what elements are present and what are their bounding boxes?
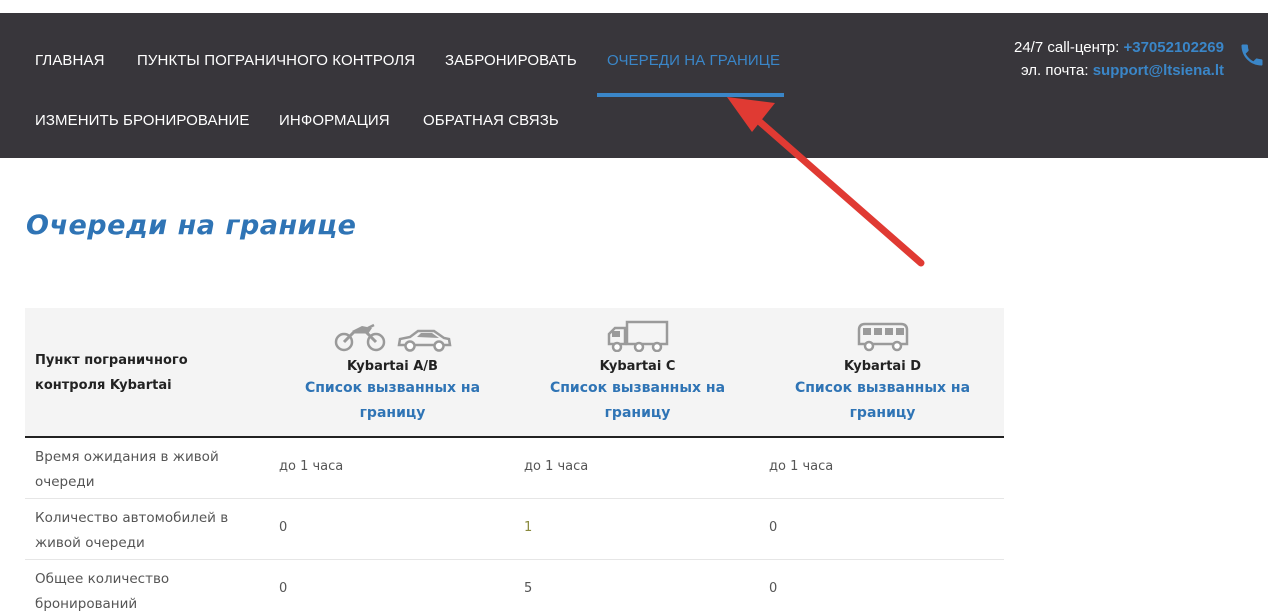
cell-value: до 1 часа [279, 459, 344, 474]
contact-info: 24/7 call-центр: +37052102269 эл. почта:… [1014, 36, 1224, 82]
table-header: Пункт пограничного контроля Kybartai Kyb… [25, 308, 1004, 438]
cell-value: до 1 часа [769, 459, 834, 474]
cell-value: 5 [524, 581, 533, 596]
phone-link[interactable]: +37052102269 [1123, 39, 1224, 56]
row-label-cars-in-queue: Количество автомобилей в живой очереди [35, 510, 229, 551]
column-name-ab: Kybartai A/B [347, 359, 438, 374]
column-name-d: Kybartai D [844, 359, 921, 374]
queue-table: Пункт пограничного контроля Kybartai Kyb… [25, 308, 1004, 611]
table-row: Время ожидания в живой очереди до 1 часа… [25, 438, 1004, 499]
cell-value: 0 [769, 581, 778, 596]
cell-value: 0 [279, 581, 288, 596]
called-list-link-c[interactable]: Список вызванных на границу [543, 376, 733, 426]
header-col-d: Kybartai D Список вызванных на границу [760, 316, 1005, 426]
phone-icon[interactable] [1238, 41, 1266, 69]
call-center-label: 24/7 call-центр: [1014, 39, 1124, 56]
motorcycle-icon [334, 323, 385, 352]
nav-border-queues[interactable]: ОЧЕРЕДИ НА ГРАНИЦЕ [607, 52, 780, 69]
column-name-c: Kybartai C [599, 359, 676, 374]
email-link[interactable]: support@ltsiena.lt [1093, 62, 1224, 79]
cell-value: 0 [769, 520, 778, 535]
table-row: Количество автомобилей в живой очереди 0… [25, 499, 1004, 560]
email-label: эл. почта: [1020, 62, 1093, 79]
header-checkpoint: Пункт пограничного контроля Kybartai [35, 353, 188, 393]
nav-home[interactable]: ГЛАВНАЯ [35, 52, 105, 69]
nav-border-points[interactable]: ПУНКТЫ ПОГРАНИЧНОГО КОНТРОЛЯ [137, 52, 415, 69]
cell-value: до 1 часа [524, 459, 589, 474]
called-list-link-ab[interactable]: Список вызванных на границу [298, 376, 488, 426]
nav-information[interactable]: ИНФОРМАЦИЯ [279, 112, 390, 129]
nav-book[interactable]: ЗАБРОНИРОВАТЬ [445, 52, 577, 69]
cell-value: 1 [524, 520, 533, 535]
car-icon [397, 329, 451, 352]
truck-icon [607, 320, 668, 352]
page-title: Очереди на границе [26, 210, 357, 241]
nav-active-indicator [597, 93, 784, 97]
bus-icon [857, 322, 908, 352]
row-label-total-bookings: Общее количество бронирований [35, 571, 170, 611]
top-strip [0, 0, 1268, 13]
navbar [0, 13, 1268, 158]
nav-change-booking[interactable]: ИЗМЕНИТЬ БРОНИРОВАНИЕ [35, 112, 250, 129]
row-label-wait-time: Время ожидания в живой очереди [35, 449, 219, 490]
nav-feedback[interactable]: ОБРАТНАЯ СВЯЗЬ [423, 112, 559, 129]
called-list-link-d[interactable]: Список вызванных на границу [788, 376, 978, 426]
header-col-c: Kybartai C Список вызванных на границу [515, 316, 760, 426]
cell-value: 0 [279, 520, 288, 535]
header-col-ab: Kybartai A/B Список вызванных на границу [270, 316, 515, 426]
table-row: Общее количество бронирований 0 5 0 [25, 560, 1004, 611]
